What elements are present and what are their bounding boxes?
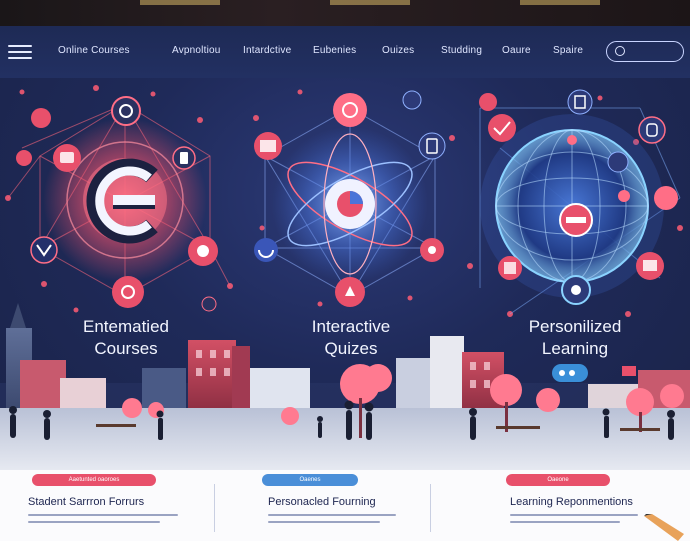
panel-recommendations-text-line: [510, 521, 620, 523]
top-navigation-bar: Online Courses Avpnoltiou Intardctive Eu…: [0, 26, 690, 78]
top-photo-strip: [0, 0, 690, 26]
panel-personalized[interactable]: Oaenes Personacled Fourning: [262, 470, 432, 541]
panel-recommendations-title: Learning Reponmentions: [510, 496, 633, 508]
panel-forums-text-line: [28, 514, 178, 516]
panel-forums-text-line: [28, 521, 160, 523]
nav-link-3[interactable]: Intardctive: [243, 45, 291, 56]
caption-courses-line1: Entematied: [83, 317, 169, 336]
nav-link-6[interactable]: Studding: [441, 45, 482, 56]
panel-personalized-title: Personacled Fourning: [268, 496, 376, 508]
search-icon: [615, 46, 625, 56]
panel-personalized-text-line: [268, 521, 380, 523]
feature-panels: Aaetunted oaoroes Stadent Sarrron Forrur…: [0, 470, 690, 541]
nav-link-2[interactable]: Avpnoltiou: [172, 45, 221, 56]
panel-recommendations-tag: Oaeone: [506, 474, 610, 486]
nav-link-8[interactable]: Spaire: [553, 45, 583, 56]
nav-link-online-courses[interactable]: Online Courses: [58, 45, 130, 56]
caption-quizzes-line1: Interactive: [311, 317, 391, 336]
panel-forums[interactable]: Aaetunted oaoroes Stadent Sarrron Forrur…: [26, 470, 216, 541]
pencil-icon: [644, 514, 684, 541]
caption-learning-line1: Personilized: [528, 317, 622, 336]
menu-icon[interactable]: [8, 45, 32, 59]
learning-core-icon: [559, 203, 593, 237]
caption-quizzes: Interactive Quizes: [290, 316, 412, 360]
caption-learning: Personilized Learning: [510, 316, 640, 360]
caption-courses: Entematied Courses: [65, 316, 187, 360]
hero-artwork: [0, 85, 690, 470]
nav-link-7[interactable]: Oaure: [502, 45, 531, 56]
caption-learning-line2: Learning: [541, 339, 609, 358]
caption-quizzes-line2: Quizes: [324, 339, 378, 358]
panel-forums-title: Stadent Sarrron Forrurs: [28, 496, 145, 508]
panel-forums-tag: Aaetunted oaoroes: [32, 474, 156, 486]
caption-courses-line2: Courses: [94, 339, 158, 358]
nav-link-4[interactable]: Eubenies: [313, 45, 356, 56]
panel-personalized-tag: Oaenes: [262, 474, 358, 486]
search-box[interactable]: [606, 41, 684, 62]
panel-recommendations-text-line: [510, 514, 638, 516]
panel-divider: [214, 484, 215, 532]
nav-link-5[interactable]: Ouizes: [382, 45, 414, 56]
panel-divider: [430, 484, 431, 532]
hero-illustration: Entematied Courses Interactive Quizes Pe…: [0, 78, 690, 470]
panel-personalized-text-line: [268, 514, 396, 516]
